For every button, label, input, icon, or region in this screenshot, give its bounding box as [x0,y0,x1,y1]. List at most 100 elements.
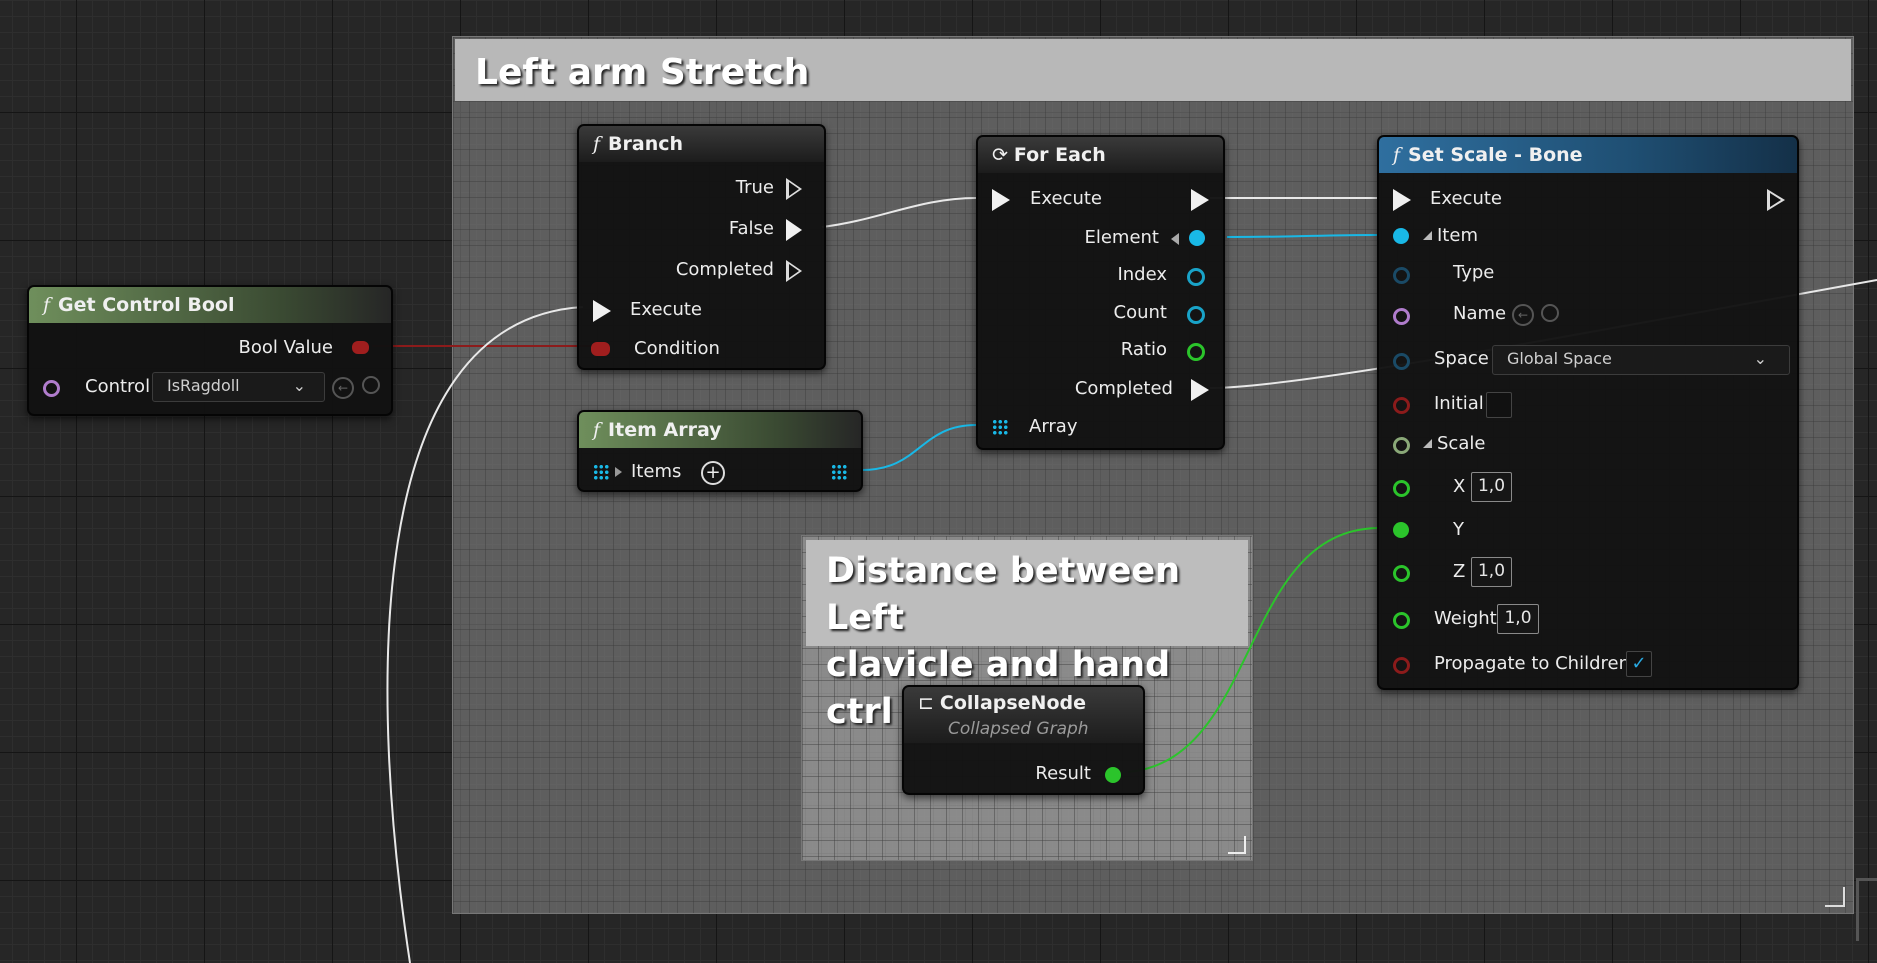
node-title: Branch [608,133,684,155]
pin-completed-label: Completed [1074,378,1173,399]
pin-scale[interactable] [1393,437,1410,454]
node-header[interactable]: f Set Scale - Bone [1379,137,1797,173]
wire-exec-branch[interactable] [386,306,584,963]
pin-y-label: Y [1453,519,1464,540]
pin-item[interactable] [1393,228,1409,244]
collapse-arrow-icon[interactable] [1423,231,1432,240]
pin-initial[interactable] [1393,397,1410,414]
pin-propagate[interactable] [1393,657,1410,674]
use-selected-icon[interactable]: ← [1512,304,1534,326]
node-header[interactable]: f Item Array [579,412,861,448]
pin-space[interactable] [1393,353,1410,370]
weight-value-field[interactable]: 1,0 [1497,604,1539,634]
pin-array-label: Array [1029,416,1078,437]
pin-control-label: Control [85,376,151,397]
add-item-button[interactable]: + [701,461,725,485]
node-title: For Each [1013,144,1106,166]
wire-false-foreach[interactable] [821,197,977,228]
pin-index[interactable] [1187,268,1205,286]
pin-name-label: Name [1453,303,1507,324]
pin-type[interactable] [1393,267,1410,284]
pin-weight[interactable] [1393,612,1410,629]
collapse-arrow-icon[interactable] [1423,439,1432,448]
initial-checkbox[interactable] [1486,392,1512,418]
items-label: Items [631,461,682,482]
wire-items-array[interactable] [861,424,977,471]
control-dropdown-value: IsRagdoll [167,376,240,395]
pin-execute-label: Execute [630,299,702,320]
node-header[interactable]: ⊏ CollapseNode Collapsed Graph [904,687,1143,743]
pin-true-label: True [735,177,774,198]
pin-bool-value[interactable] [352,341,369,354]
node-title: Set Scale - Bone [1408,144,1583,166]
pin-space-label: Space [1434,348,1489,369]
collapsed-graph-icon: ⊏ [918,692,934,714]
node-header[interactable]: f Branch [579,126,824,162]
node-subtitle: Collapsed Graph [948,719,1089,739]
control-dropdown[interactable]: IsRagdoll ⌄ [152,372,325,402]
pin-count-label: Count [1113,302,1167,323]
function-icon: f [593,133,601,155]
pin-z-label: Z [1453,561,1466,582]
x-value-field[interactable]: 1,0 [1471,472,1512,502]
pin-ratio-label: Ratio [1120,339,1167,360]
pin-scale-label: Scale [1437,433,1486,454]
pin-items-array[interactable] [831,464,847,480]
space-dropdown-value: Global Space [1507,349,1612,368]
pin-control[interactable] [43,380,60,397]
node-title: CollapseNode [939,692,1087,714]
chevron-down-icon: ⌄ [292,376,306,395]
node-branch[interactable]: f Branch True False Completed Execute Con… [577,124,826,370]
pin-y[interactable] [1393,522,1409,538]
propagate-checkbox[interactable]: ✓ [1626,651,1652,677]
exec-pin-true[interactable] [786,178,802,200]
pin-array-grid-icon[interactable] [992,419,1008,435]
node-for-each[interactable]: ⟳ For Each Execute Element Index Count Ra… [976,135,1225,450]
z-value-field[interactable]: 1,0 [1471,557,1512,587]
pin-x-label: X [1453,476,1466,497]
pin-condition[interactable] [591,342,610,356]
pin-item-label: Item [1437,225,1478,246]
pin-execute-label: Execute [1030,188,1102,209]
search-icon[interactable] [1541,304,1559,322]
pin-index-label: Index [1117,264,1167,285]
pin-z[interactable] [1393,565,1410,582]
wire-element-item[interactable] [1226,234,1379,238]
pin-propagate-label: Propagate to Children [1434,653,1631,674]
node-header[interactable]: f Get Control Bool [29,287,391,323]
function-icon: f [43,294,51,316]
pin-element-label: Element [1084,227,1159,248]
pin-type-label: Type [1453,262,1495,283]
pin-name[interactable] [1393,308,1410,325]
items-grid-icon [593,464,609,480]
pin-result[interactable] [1105,767,1121,783]
chevron-down-icon: ⌄ [1753,349,1767,368]
function-icon: f [1393,144,1401,166]
node-title: Item Array [608,419,722,441]
space-dropdown[interactable]: Global Space ⌄ [1492,345,1790,375]
pin-false-label: False [728,218,774,239]
node-item-array[interactable]: f Item Array Items + [577,410,863,492]
function-icon: f [593,419,601,441]
wire-result-y[interactable] [1127,527,1379,773]
pin-ratio[interactable] [1187,343,1205,361]
expand-arrow-icon[interactable] [615,467,622,477]
pin-count[interactable] [1187,306,1205,324]
pin-completed-label: Completed [675,259,774,280]
pin-execute-label: Execute [1430,188,1502,209]
pin-x[interactable] [1393,480,1410,497]
node-get-control-bool[interactable]: f Get Control Bool Bool Value Control IsR… [27,285,393,416]
node-set-scale-bone[interactable]: f Set Scale - Bone Execute Item Type Name… [1377,135,1799,690]
pin-result-label: Result [1035,763,1091,784]
pin-condition-label: Condition [634,338,720,359]
pin-element[interactable] [1189,230,1205,246]
search-icon[interactable] [362,376,380,394]
loop-icon: ⟳ [992,144,1008,166]
pin-weight-label: Weight [1434,608,1497,629]
node-header[interactable]: ⟳ For Each [978,137,1223,173]
pin-initial-label: Initial [1434,393,1484,414]
offscreen-node-edge [1856,878,1877,941]
node-collapse[interactable]: ⊏ CollapseNode Collapsed Graph Result [902,685,1145,795]
node-title: Get Control Bool [58,294,235,316]
use-selected-icon[interactable]: ← [332,377,354,399]
